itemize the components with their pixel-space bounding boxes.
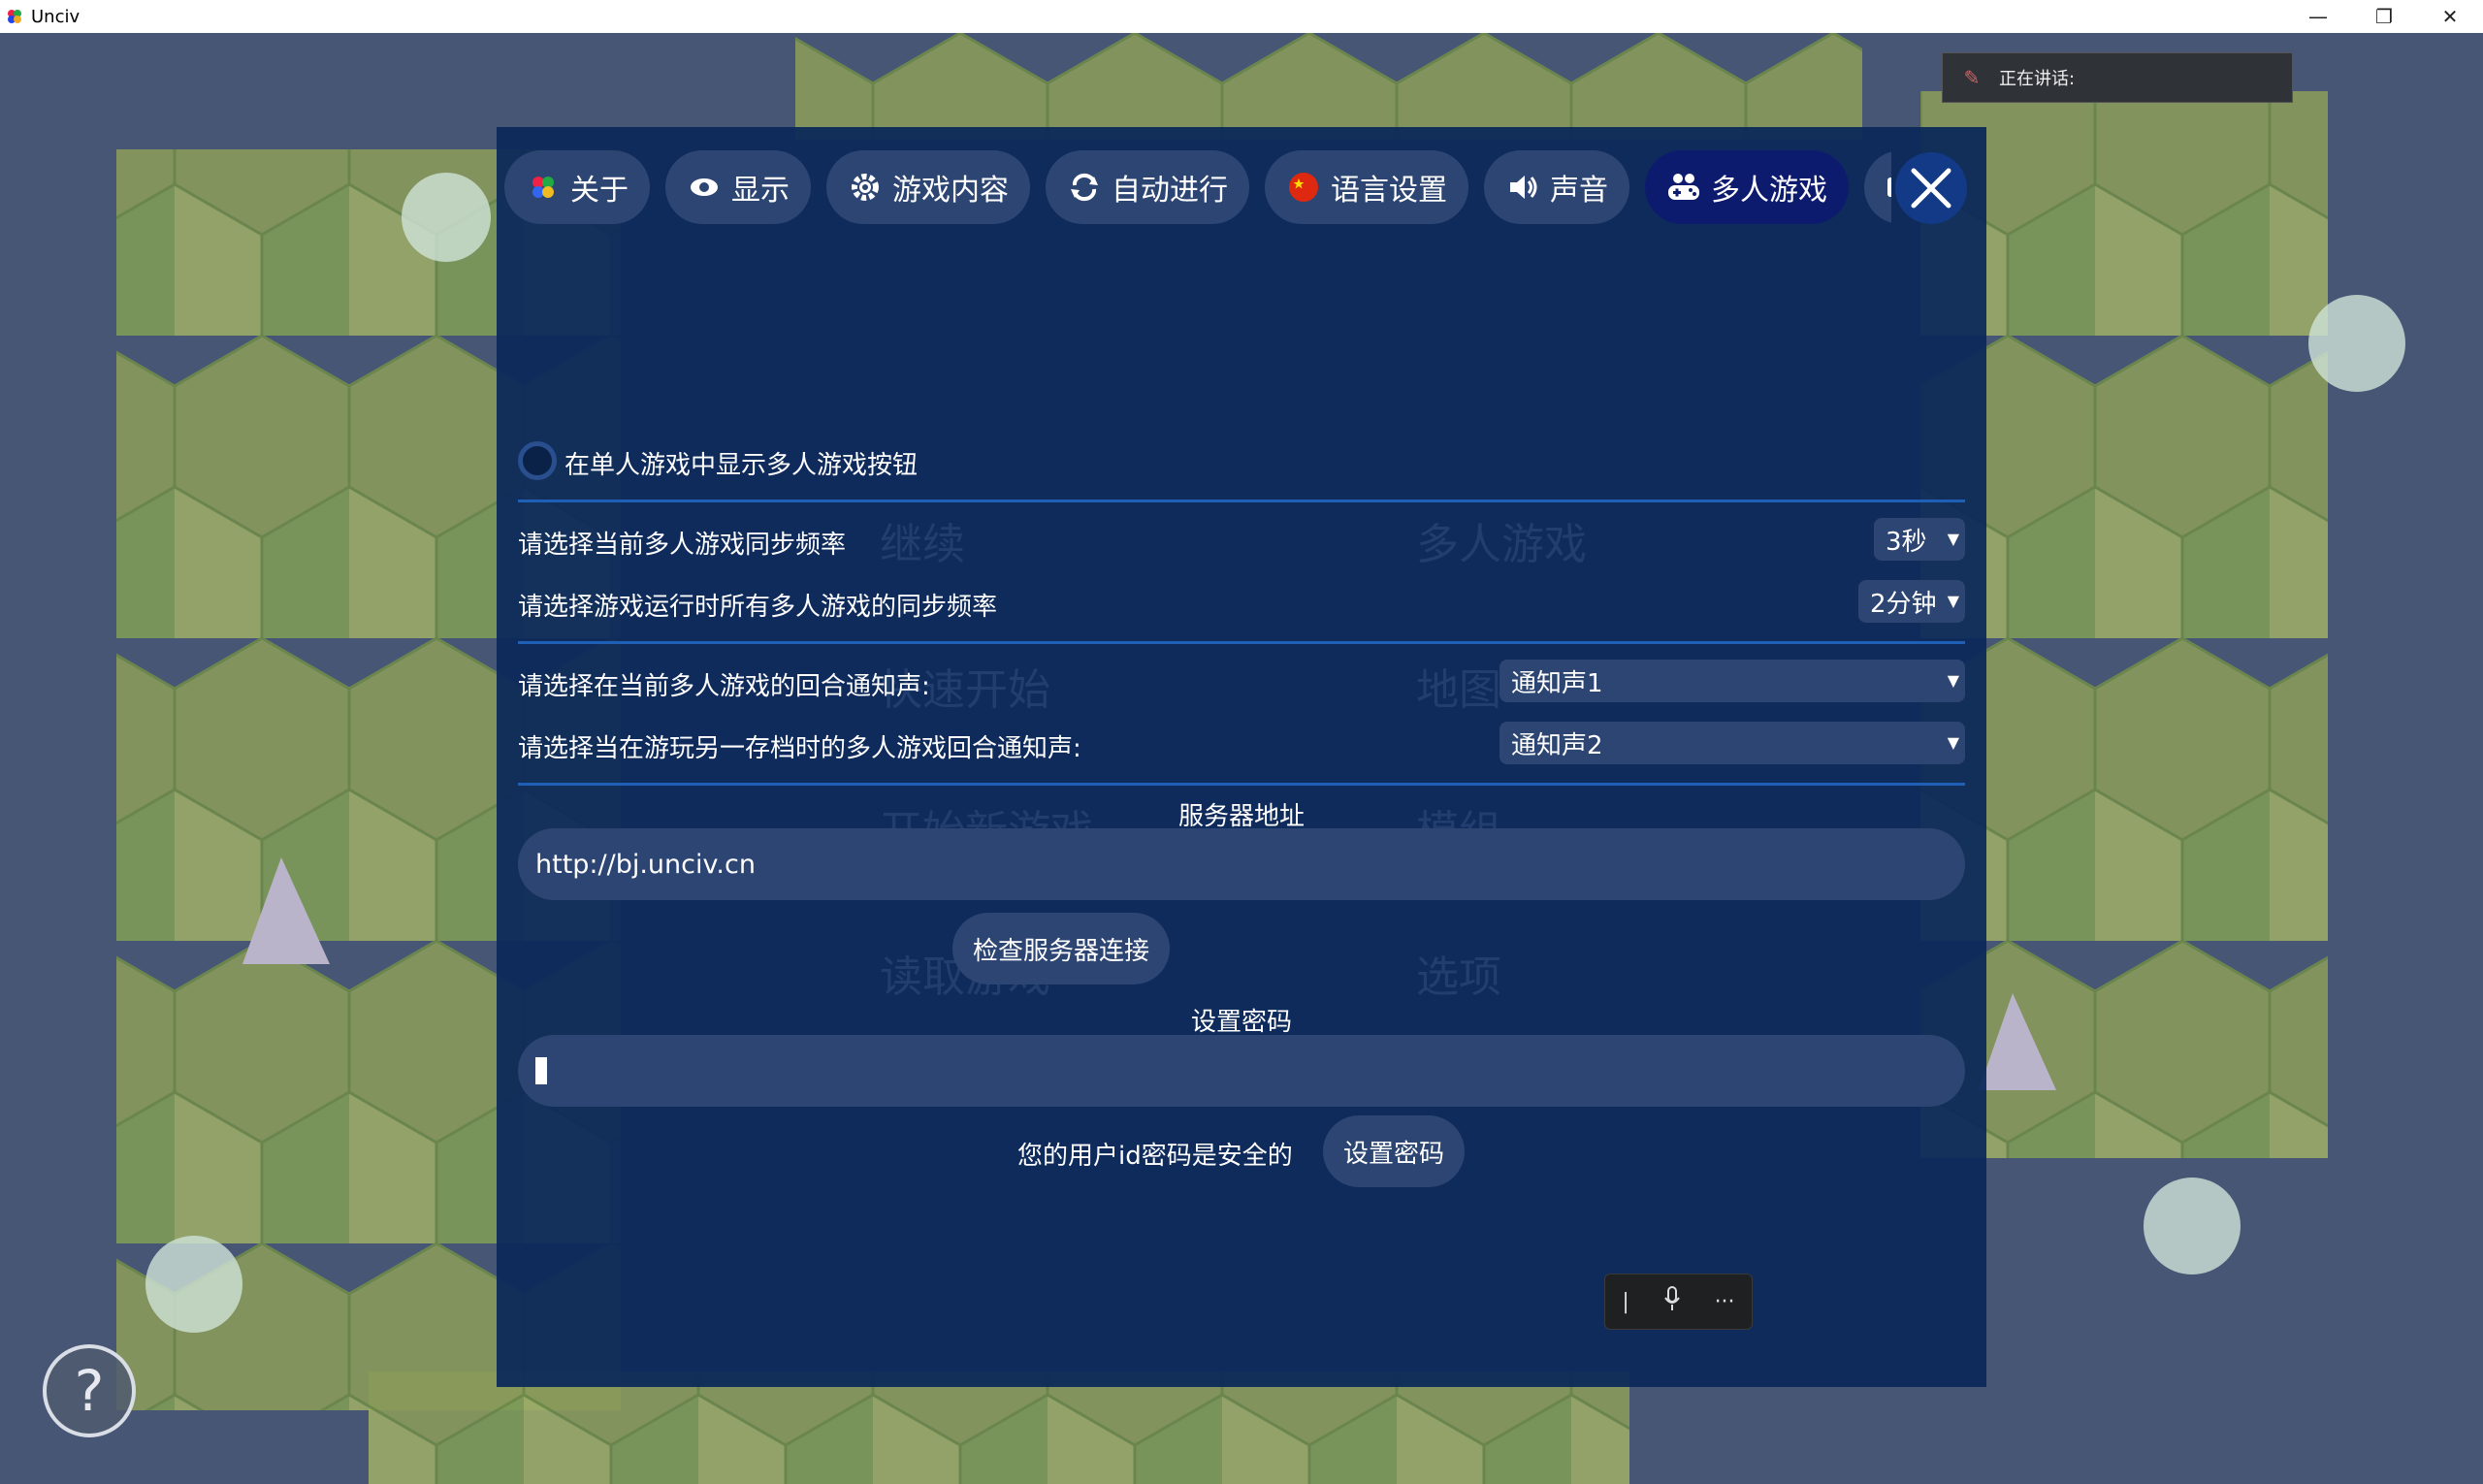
all-sync-label: 请选择游戏运行时所有多人游戏的同步频率 bbox=[518, 593, 998, 622]
gamepad-icon bbox=[1666, 170, 1701, 205]
show-multiplayer-button-label: 在单人游戏中显示多人游戏按钮 bbox=[564, 451, 919, 480]
bg-options: 选项 bbox=[1416, 952, 1501, 1002]
window-title: Unciv bbox=[31, 6, 81, 27]
server-address-value: http://bj.unciv.cn bbox=[535, 849, 756, 880]
current-sync-label: 请选择当前多人游戏同步频率 bbox=[518, 531, 847, 560]
repeat-icon bbox=[1067, 170, 1102, 205]
ime-toolbar: | ··· bbox=[1604, 1274, 1753, 1330]
tab-multiplayer-label: 多人游戏 bbox=[1711, 174, 1827, 208]
speaking-label: 正在讲话: bbox=[1999, 69, 2076, 89]
tab-automation[interactable]: 自动进行 bbox=[1046, 150, 1249, 224]
tab-sound[interactable]: 声音 bbox=[1484, 150, 1629, 224]
server-address-label: 服务器地址 bbox=[1177, 802, 1305, 831]
divider bbox=[518, 641, 1965, 644]
options-tabs: 关于 显示 游戏内容 自动进行 语言设置 声音 多人游戏 bbox=[504, 150, 1891, 224]
microphone-icon[interactable] bbox=[1663, 1286, 1681, 1317]
about-icon bbox=[526, 170, 561, 205]
tab-language-label: 语言设置 bbox=[1331, 174, 1447, 208]
current-sound-value: 通知声1 bbox=[1511, 668, 1603, 698]
chevron-down-icon: ▼ bbox=[1947, 733, 1959, 752]
muted-mic-icon: ✎ bbox=[1963, 66, 1981, 89]
close-icon bbox=[1911, 168, 1951, 209]
server-address-input[interactable]: http://bj.unciv.cn bbox=[518, 828, 1965, 900]
chevron-down-icon: ▼ bbox=[1947, 530, 1959, 548]
tab-automation-label: 自动进行 bbox=[1112, 174, 1228, 208]
tab-keybindings[interactable] bbox=[1864, 150, 1891, 224]
other-sound-select[interactable]: 通知声2 ▼ bbox=[1499, 722, 1965, 764]
all-sync-select[interactable]: 2分钟 ▼ bbox=[1858, 580, 1965, 623]
password-secure-text: 您的用户id密码是安全的 bbox=[1017, 1142, 1293, 1171]
chevron-down-icon: ▼ bbox=[1947, 592, 1959, 610]
tab-gameplay[interactable]: 游戏内容 bbox=[826, 150, 1030, 224]
china-flag-icon bbox=[1286, 170, 1321, 205]
tab-display[interactable]: 显示 bbox=[665, 150, 811, 224]
window-title-bar: Unciv — ❐ ✕ bbox=[0, 0, 2483, 33]
speaker-icon bbox=[1505, 170, 1540, 205]
current-sync-value: 3秒 bbox=[1886, 527, 1927, 557]
divider bbox=[518, 500, 1965, 502]
keyboard-icon bbox=[1886, 170, 1891, 205]
other-sound-label: 请选择当在游玩另一存档时的多人游戏回合通知声: bbox=[518, 734, 1081, 763]
tab-sound-label: 声音 bbox=[1550, 174, 1608, 208]
set-password-button[interactable]: 设置密码 bbox=[1323, 1115, 1465, 1187]
tab-multiplayer[interactable]: 多人游戏 bbox=[1645, 150, 1849, 224]
tab-gameplay-label: 游戏内容 bbox=[892, 174, 1009, 208]
tab-language[interactable]: 语言设置 bbox=[1265, 150, 1468, 224]
restore-button[interactable]: ❐ bbox=[2351, 0, 2417, 33]
bg-map: 地图 bbox=[1416, 665, 1501, 715]
eye-icon bbox=[687, 170, 722, 205]
current-sync-select[interactable]: 3秒 ▼ bbox=[1874, 518, 1965, 561]
show-multiplayer-button-checkbox[interactable] bbox=[518, 441, 557, 480]
bg-multiplayer: 多人游戏 bbox=[1416, 520, 1587, 569]
chevron-down-icon: ▼ bbox=[1947, 671, 1959, 690]
password-label: 设置密码 bbox=[1190, 1008, 1292, 1037]
ime-cursor-icon[interactable]: | bbox=[1622, 1290, 1628, 1314]
minimize-button[interactable]: — bbox=[2285, 0, 2351, 33]
close-options-button[interactable] bbox=[1895, 152, 1967, 224]
current-sound-label: 请选择在当前多人游戏的回合通知声: bbox=[518, 672, 930, 701]
unciv-app-icon bbox=[8, 10, 21, 23]
all-sync-value: 2分钟 bbox=[1870, 589, 1937, 619]
gear-icon bbox=[848, 170, 883, 205]
tab-about-label: 关于 bbox=[570, 174, 629, 208]
text-caret bbox=[535, 1057, 547, 1084]
tab-display-label: 显示 bbox=[731, 174, 790, 208]
options-panel: 继续 多人游戏 快速开始 地图 开始新游戏 模组 读取游戏 选项 关于 显示 游… bbox=[497, 127, 1986, 1387]
password-input[interactable] bbox=[518, 1035, 1965, 1107]
speaking-indicator: ✎ 正在讲话: bbox=[1942, 52, 2293, 103]
help-button[interactable]: ? bbox=[43, 1344, 136, 1437]
check-server-button[interactable]: 检查服务器连接 bbox=[952, 913, 1170, 984]
window-close-button[interactable]: ✕ bbox=[2417, 0, 2483, 33]
tab-about[interactable]: 关于 bbox=[504, 150, 650, 224]
more-options-icon[interactable]: ··· bbox=[1715, 1290, 1735, 1314]
other-sound-value: 通知声2 bbox=[1511, 730, 1603, 760]
bg-continue: 继续 bbox=[880, 520, 965, 569]
divider bbox=[518, 783, 1965, 786]
current-sound-select[interactable]: 通知声1 ▼ bbox=[1499, 660, 1965, 702]
